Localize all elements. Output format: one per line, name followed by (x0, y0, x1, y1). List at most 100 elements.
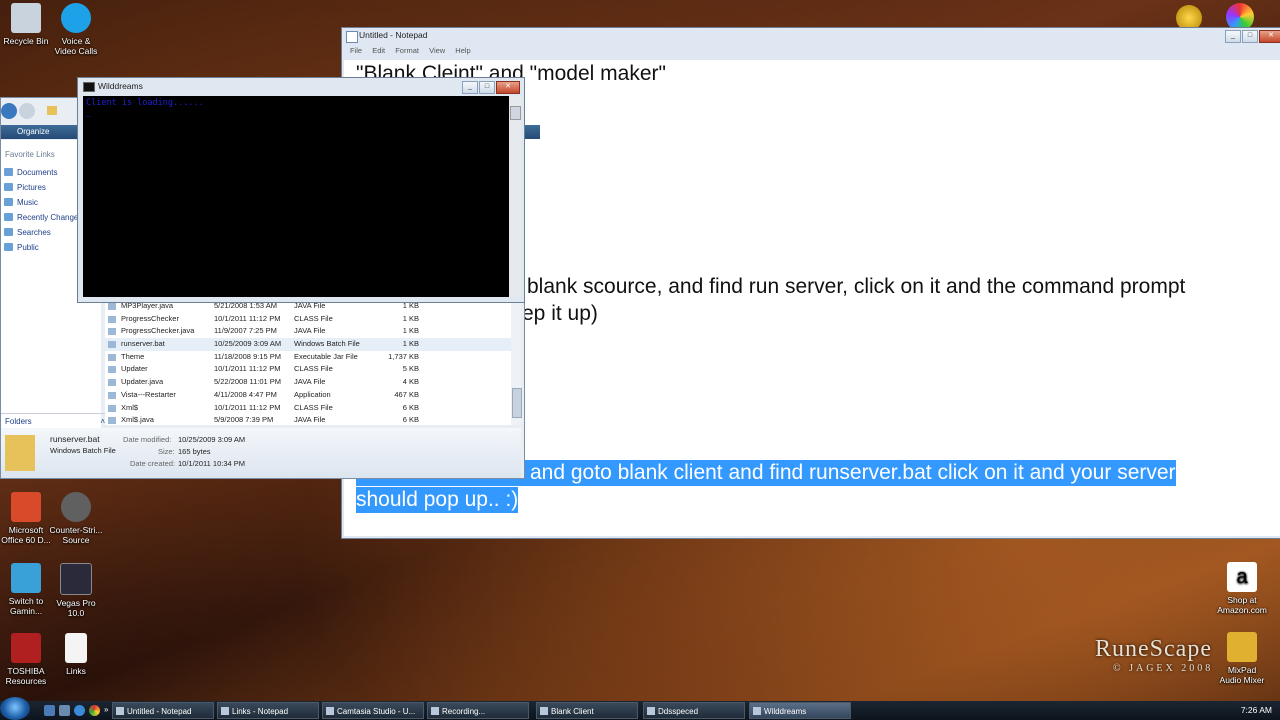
desktop-icon-voice-video[interactable]: Voice & Video Calls (46, 3, 106, 56)
console-icon (83, 82, 95, 92)
file-size: 1 KB (402, 326, 419, 336)
folders-label: Folders (5, 417, 32, 426)
scrollbar-thumb[interactable] (510, 106, 521, 120)
internet-explorer-icon[interactable] (74, 705, 85, 716)
file-row[interactable]: Vista---Restarter 4/11/2008 4:47 PM Applic… (105, 389, 511, 402)
scrollbar-thumb[interactable] (512, 388, 522, 418)
file-name: ProgressChecker.java (121, 326, 195, 336)
switch-windows-icon[interactable] (59, 705, 70, 716)
file-type: JAVA File (294, 377, 326, 387)
created-value: 10/1/2011 10:34 PM (178, 459, 245, 468)
counter-strike-icon (61, 492, 91, 522)
file-row[interactable]: Updater.java 5/22/2008 11:01 PM JAVA File 4… (105, 376, 511, 389)
desktop-icon-vegas-pro[interactable]: Vegas Pro 10.0 (46, 563, 106, 618)
close-button[interactable]: ✕ (1259, 30, 1280, 43)
taskbar-button-notepad-untitled[interactable]: Untitled - Notepad (112, 702, 214, 719)
amazon-label: Shop at Amazon.com (1217, 595, 1267, 615)
back-button[interactable] (1, 103, 17, 119)
size-value: 165 bytes (178, 447, 211, 456)
file-icon (108, 366, 116, 374)
menu-file[interactable]: File (350, 46, 362, 55)
selected-text-line: should pop up.. :) (356, 487, 519, 513)
file-row[interactable]: Theme 11/18/2008 9:15 PM Executable Jar Fi… (105, 351, 511, 364)
taskbar-button-camtasia[interactable]: Camtasia Studio - U... (322, 702, 424, 719)
console-scrollbar[interactable] (509, 96, 521, 297)
toshiba-icon (11, 633, 41, 663)
taskbar-button-notepad-links[interactable]: Links - Notepad (217, 702, 319, 719)
minimize-button[interactable]: _ (462, 81, 478, 94)
desktop-icon-counter-strike[interactable]: Counter-Stri... Source (46, 492, 106, 545)
console-output[interactable]: Client is loading...... _ (83, 96, 509, 297)
file-icon (108, 303, 116, 310)
file-list: MP3Player.java 5/21/2008 1:53 AM JAVA File… (105, 300, 511, 425)
file-size: 6 KB (402, 415, 419, 425)
menu-format[interactable]: Format (395, 46, 419, 55)
console-cursor: _ (86, 108, 92, 118)
menu-edit[interactable]: Edit (372, 46, 385, 55)
file-row[interactable]: ProgressChecker.java 11/9/2007 7:25 PM JAV… (105, 325, 511, 338)
minimize-button[interactable]: _ (1225, 30, 1241, 43)
details-name: runserver.bat (50, 434, 100, 444)
file-icon (108, 353, 116, 361)
chrome-icon[interactable] (89, 705, 100, 716)
application-icon (108, 391, 116, 399)
console-titlebar[interactable]: Wilddreams _ □ ✕ (78, 78, 524, 97)
forward-button[interactable] (19, 103, 35, 119)
file-date: 10/1/2011 11:12 PM (214, 364, 281, 374)
file-row-selected[interactable]: runserver.bat 10/25/2009 3:09 AM Windows B… (105, 338, 511, 351)
file-row[interactable]: Updater 10/1/2011 11:12 PM CLASS File 5 KB (105, 363, 511, 376)
maximize-button[interactable]: □ (1242, 30, 1258, 43)
office-label: Microsoft Office 60 D... (1, 525, 51, 545)
file-name: Xml$ (121, 402, 139, 412)
file-name: Vista---Restarter (121, 389, 176, 399)
desktop-icon-amazon[interactable]: a Shop at Amazon.com (1212, 562, 1272, 615)
switch-gaming-label: Switch to Gamin... (8, 596, 44, 616)
text-file-icon (65, 633, 87, 663)
file-name: Updater (121, 364, 148, 374)
desktop-icon-mixpad[interactable]: MixPad Audio Mixer (1212, 632, 1272, 685)
recycle-bin-label: Recycle Bin (3, 36, 49, 46)
modified-label: Date modified: (123, 435, 172, 444)
file-row[interactable]: ProgressChecker 10/1/2011 11:12 PM CLASS F… (105, 313, 511, 326)
maximize-button[interactable]: □ (479, 81, 495, 94)
notepad-titlebar[interactable]: Untitled - Notepad _ □ ✕ (342, 28, 1280, 46)
file-type: CLASS File (294, 313, 333, 323)
file-type: CLASS File (294, 402, 333, 412)
file-type: Application (294, 389, 331, 399)
file-date: 5/22/2008 11:01 PM (214, 377, 281, 387)
notepad-icon (346, 31, 358, 43)
notepad-menubar: File Edit Format View Help (342, 46, 1280, 59)
file-type: CLASS File (294, 364, 333, 374)
taskbar-button-wilddreams[interactable]: Wilddreams (749, 702, 851, 719)
file-row[interactable]: Xml$ 10/1/2011 11:12 PM CLASS File 6 KB (105, 402, 511, 415)
organize-button[interactable]: Organize (17, 127, 49, 136)
file-date: 10/1/2011 11:12 PM (214, 402, 281, 412)
menu-view[interactable]: View (429, 46, 445, 55)
show-desktop-icon[interactable] (44, 705, 55, 716)
system-clock[interactable]: 7:26 AM (1241, 705, 1272, 715)
file-row[interactable]: Xml$.java 5/9/2008 7:39 PM JAVA File 6 KB (105, 414, 511, 427)
file-name: ProgressChecker (121, 313, 179, 323)
console-title: Wilddreams (98, 81, 143, 91)
file-type: Windows Batch File (294, 339, 360, 349)
desktop-icon-links[interactable]: Links (46, 633, 106, 676)
runescape-logo: RuneScape © JAGEX 2008 (1095, 636, 1213, 674)
logo-sub: © JAGEX 2008 (1113, 663, 1214, 674)
notepad-title: Untitled - Notepad (359, 30, 428, 40)
taskbar-button-blank-client[interactable]: Blank Client (536, 702, 638, 719)
menu-help[interactable]: Help (455, 46, 470, 55)
file-icon (108, 417, 116, 425)
taskbar-button-recording[interactable]: Recording... (427, 702, 529, 719)
file-size: 5 KB (402, 364, 419, 374)
file-date: 10/1/2011 11:12 PM (214, 313, 281, 323)
text-line: blank scource, and find run server, clic… (527, 275, 1186, 298)
file-date: 11/9/2007 7:25 PM (214, 326, 277, 336)
file-name: Xml$.java (121, 415, 154, 425)
start-button[interactable] (0, 697, 30, 720)
taskbar-button-ddsspeced[interactable]: Ddsspeced (643, 702, 745, 719)
file-list-scrollbar[interactable] (511, 300, 522, 425)
console-window[interactable]: Wilddreams _ □ ✕ Client is loading......… (77, 77, 525, 303)
close-button[interactable]: ✕ (496, 81, 520, 94)
file-type: JAVA File (294, 415, 326, 425)
file-date: 10/25/2009 3:09 AM (214, 339, 282, 349)
